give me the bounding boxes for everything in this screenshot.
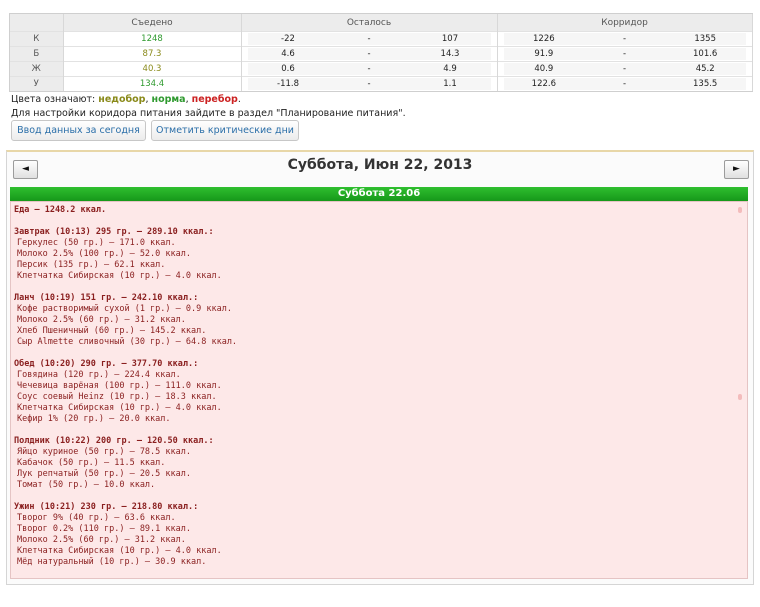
food-item: Кабачок (50 гр.) — 11.5 ккал. (17, 458, 166, 468)
day-total-kcal: Еда — 1248.2 ккал. (14, 205, 107, 215)
corridor-min: 91.9 (534, 49, 554, 59)
day-header-bar[interactable]: Суббота 22.06 (10, 187, 748, 201)
food-item: Чечевица варёная (100 гр.) — 111.0 ккал. (17, 381, 222, 391)
scroll-marker-icon (738, 394, 742, 400)
food-item: Яйцо куриное (50 гр.) — 78.5 ккал. (17, 447, 191, 457)
food-item: Геркулес (50 гр.) — 171.0 ккал. (17, 238, 176, 248)
food-item: Хлеб Пшеничный (60 гр.) — 145.2 ккал. (17, 326, 207, 336)
corridor-dash: - (622, 79, 627, 89)
corridor-min: 122.6 (531, 79, 556, 89)
food-item: Творог 9% (40 гр.) — 63.6 ккал. (17, 513, 176, 523)
corridor-min: 1226 (533, 34, 555, 44)
corridor-max: 1355 (694, 34, 716, 44)
summary-header-left: Осталось (241, 14, 498, 32)
food-item: Молоко 2.5% (60 гр.) — 31.2 ккал. (17, 535, 186, 545)
food-item: Клетчатка Сибирская (10 гр.) — 4.0 ккал. (17, 546, 222, 556)
summary-header-row: Съедено Осталось Корридор (10, 14, 753, 32)
left-min: -22 (281, 34, 295, 44)
summary-row-label: Ж (10, 61, 64, 77)
food-item: Молоко 2.5% (60 гр.) — 31.2 ккал. (17, 315, 186, 325)
left-dash: - (367, 49, 371, 59)
summary-eaten-value: 1248 (63, 31, 242, 47)
summary-header-label (10, 14, 64, 32)
day-food-list: Еда — 1248.2 ккал. Завтрак (10:13) 295 гр… (10, 201, 748, 579)
summary-left-range: -22 - 107 (241, 31, 498, 47)
summary-header-corridor: Корридор (497, 14, 753, 32)
food-item: Соус соевый Heinz (10 гр.) — 18.3 ккал. (17, 392, 217, 402)
summary-eaten-value: 40.3 (63, 61, 242, 77)
corridor-max: 45.2 (695, 64, 715, 74)
summary-row-label: Б (10, 46, 64, 62)
summary-left-range: 4.6 - 14.3 (241, 46, 498, 62)
meal-header: Завтрак (10:13) 295 гр. — 289.10 ккал.: (14, 227, 214, 237)
legend-suffix: . (237, 94, 241, 105)
meal-header: Полдник (10:22) 200 гр. — 120.50 ккал.: (14, 436, 214, 446)
food-item: Клетчатка Сибирская (10 гр.) — 4.0 ккал. (17, 403, 222, 413)
enter-today-button[interactable]: Ввод данных за сегодня (11, 120, 146, 141)
meal-header: Ужин (10:21) 230 гр. — 218.80 ккал.: (14, 502, 199, 512)
mark-critical-days-button[interactable]: Отметить критические дни (151, 120, 299, 141)
food-item: Персик (135 гр.) — 62.1 ккал. (17, 260, 166, 270)
corridor-max: 135.5 (693, 79, 718, 89)
summary-row-label: К (10, 31, 64, 47)
summary-row: К 1248 -22 - 107 1226 - 1355 (10, 31, 753, 47)
left-max: 4.9 (443, 64, 457, 74)
food-item: Кофе растворимый сухой (1 гр.) — 0.9 кка… (17, 304, 232, 314)
corridor-max: 101.6 (693, 49, 718, 59)
summary-eaten-value: 87.3 (63, 46, 242, 62)
summary-corridor-range: 91.9 - 101.6 (497, 46, 753, 62)
legend-under: недобор (98, 94, 146, 105)
food-item: Кефир 1% (20 гр.) — 20.0 ккал. (17, 414, 171, 424)
left-max: 107 (441, 34, 459, 44)
food-item: Томат (50 гр.) — 10.0 ккал. (17, 480, 156, 490)
left-dash: - (367, 34, 371, 44)
diary-panel: ◄ Суббота, Июн 22, 2013 ► Суббота 22.06 … (6, 150, 754, 585)
date-navigator: ◄ Суббота, Июн 22, 2013 ► (7, 152, 753, 184)
scroll-marker-icon (738, 207, 742, 213)
corridor-dash: - (622, 49, 627, 59)
legend-norm: норма (151, 94, 186, 105)
food-item: Молоко 2.5% (100 гр.) — 52.0 ккал. (17, 249, 191, 259)
left-dash: - (367, 64, 371, 74)
summary-left-range: -11.8 - 1.1 (241, 76, 498, 91)
corridor-min: 40.9 (534, 64, 554, 74)
left-max: 14.3 (440, 49, 460, 59)
summary-corridor-range: 40.9 - 45.2 (497, 61, 753, 77)
summary-row: У 134.4 -11.8 - 1.1 122.6 - 135.5 (10, 76, 753, 91)
corridor-dash: - (622, 34, 627, 44)
next-day-button[interactable]: ► (724, 160, 749, 179)
left-dash: - (367, 79, 371, 89)
corridor-dash: - (622, 64, 627, 74)
legend-prefix: Цвета означают: (11, 94, 99, 105)
summary-row: Б 87.3 4.6 - 14.3 91.9 - 101.6 (10, 46, 753, 62)
summary-left-range: 0.6 - 4.9 (241, 61, 498, 77)
current-date-title: Суббота, Июн 22, 2013 (287, 157, 473, 173)
summary-row-label: У (10, 76, 64, 91)
food-item: Говядина (120 гр.) — 224.4 ккал. (17, 370, 181, 380)
corridor-hint: Для настройки коридора питания зайдите в… (11, 108, 406, 119)
food-item: Лук репчатый (50 гр.) — 20.5 ккал. (17, 469, 191, 479)
summary-eaten-value: 134.4 (63, 76, 242, 91)
nutrition-summary-table: Съедено Осталось Корридор К 1248 -22 - 107 12… (9, 13, 753, 92)
left-min: 0.6 (281, 64, 295, 74)
meal-header: Обед (10:20) 290 гр. — 377.70 ккал.: (14, 359, 199, 369)
summary-corridor-range: 122.6 - 135.5 (497, 76, 753, 91)
color-legend: Цвета означают: недобор, норма, перебор. (11, 94, 241, 105)
summary-row: Ж 40.3 0.6 - 4.9 40.9 - 45.2 (10, 61, 753, 77)
food-item: Клетчатка Сибирская (10 гр.) — 4.0 ккал. (17, 271, 222, 281)
food-item: Сыр Almette сливочный (30 гр.) — 64.8 кк… (17, 337, 238, 347)
food-item: Мёд натуральный (10 гр.) — 30.9 ккал. (17, 557, 207, 567)
left-max: 1.1 (443, 79, 457, 89)
left-min: -11.8 (277, 79, 299, 89)
summary-corridor-range: 1226 - 1355 (497, 31, 753, 47)
summary-header-eaten: Съедено (63, 14, 242, 32)
meal-header: Ланч (10:19) 151 гр. — 242.10 ккал.: (14, 293, 199, 303)
food-item: Творог 0.2% (110 гр.) — 89.1 ккал. (17, 524, 191, 534)
legend-over: перебор (191, 94, 238, 105)
left-min: 4.6 (281, 49, 295, 59)
